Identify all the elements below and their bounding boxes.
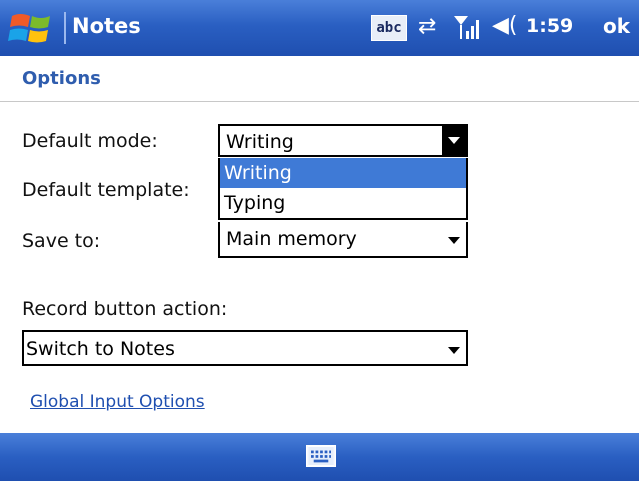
default-template-label: Default template: bbox=[22, 179, 190, 201]
volume-icon[interactable]: ◀︎( bbox=[492, 13, 518, 39]
default-mode-options-list: Writing Typing bbox=[218, 158, 468, 220]
save-to-label: Save to: bbox=[22, 230, 101, 252]
title-bar: Notes abc ⇄ ◀︎( 1:59 ok bbox=[0, 0, 639, 56]
clock-time[interactable]: 1:59 bbox=[526, 15, 573, 37]
heading-divider bbox=[0, 101, 639, 102]
ok-button[interactable]: ok bbox=[603, 14, 630, 38]
default-mode-dropdown[interactable]: Writing bbox=[218, 124, 468, 157]
record-button-value: Switch to Notes bbox=[26, 338, 175, 360]
chevron-down-icon[interactable] bbox=[448, 237, 460, 244]
dropdown-arrow-icon[interactable] bbox=[442, 126, 466, 155]
record-button-label: Record button action: bbox=[22, 298, 228, 320]
record-button-dropdown[interactable]: Switch to Notes bbox=[22, 330, 468, 366]
bottom-menu-bar bbox=[0, 433, 639, 481]
default-mode-label: Default mode: bbox=[22, 130, 158, 152]
keyboard-icon[interactable] bbox=[306, 445, 336, 467]
title-separator bbox=[64, 12, 66, 44]
option-typing[interactable]: Typing bbox=[220, 188, 466, 218]
default-mode-value: Writing bbox=[226, 131, 294, 153]
chevron-down-icon[interactable] bbox=[448, 347, 460, 354]
option-writing[interactable]: Writing bbox=[220, 158, 466, 188]
windows-start-icon[interactable] bbox=[8, 10, 58, 48]
signal-icon[interactable] bbox=[452, 13, 482, 41]
app-title: Notes bbox=[72, 14, 141, 38]
save-to-value: Main memory bbox=[226, 228, 357, 250]
global-input-options-link[interactable]: Global Input Options bbox=[30, 392, 205, 412]
input-indicator[interactable]: abc bbox=[371, 15, 407, 41]
sync-icon[interactable]: ⇄ bbox=[418, 15, 436, 39]
page-heading: Options bbox=[22, 68, 101, 89]
save-to-dropdown[interactable]: Main memory bbox=[218, 222, 468, 258]
